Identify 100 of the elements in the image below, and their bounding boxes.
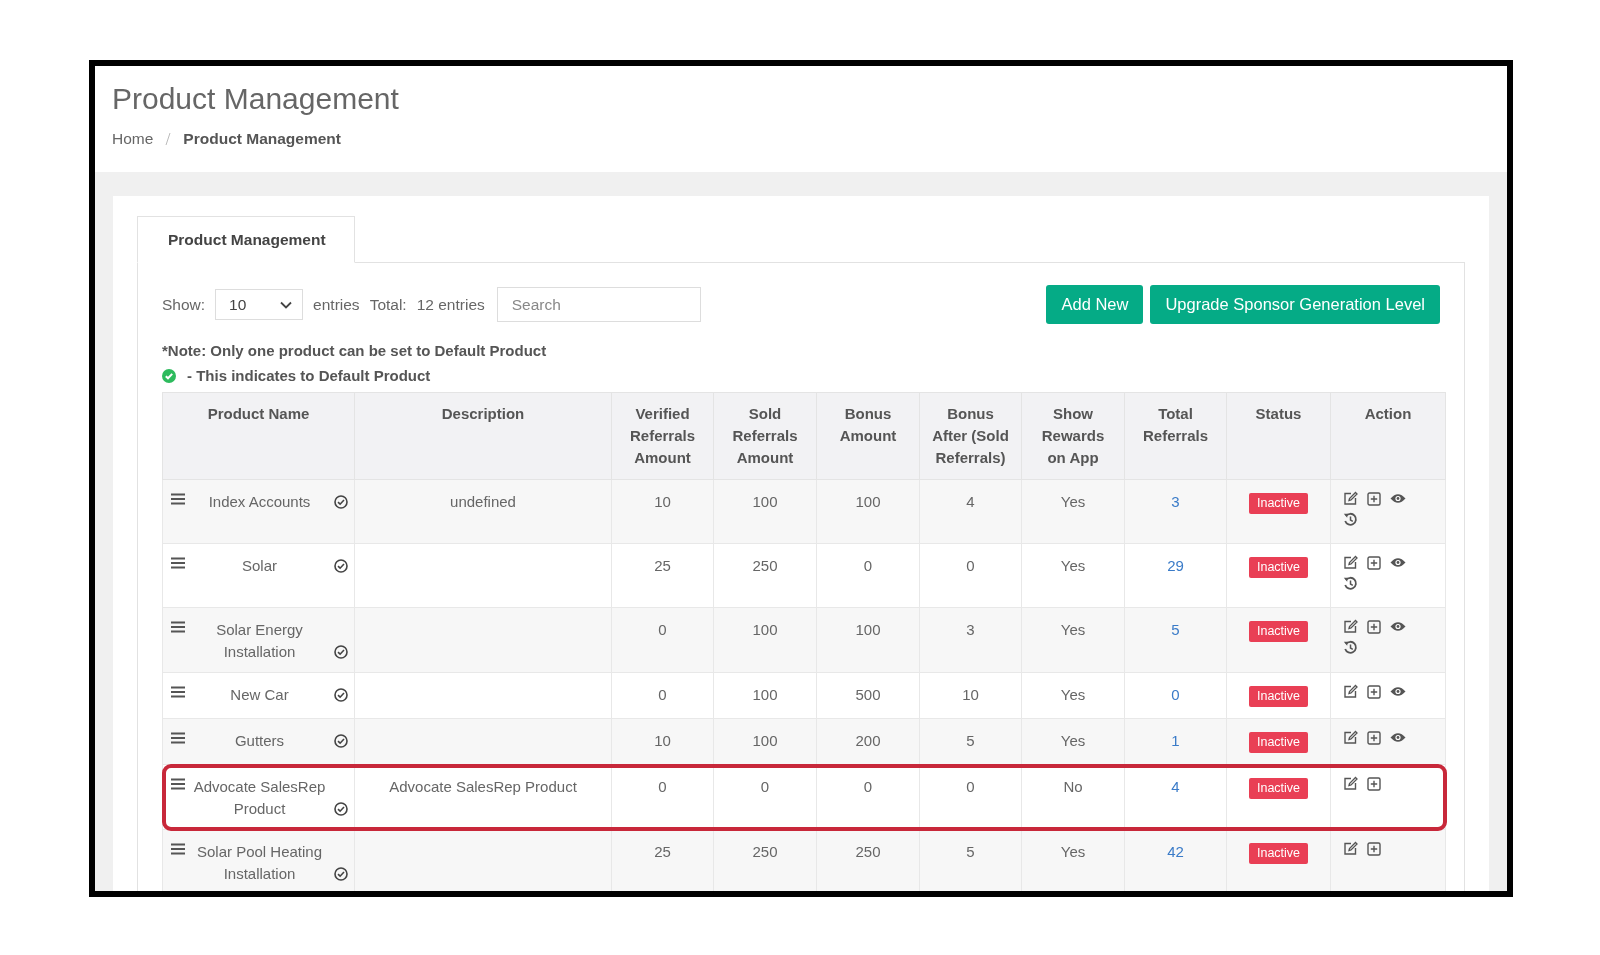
check-circle-icon[interactable] (334, 559, 348, 573)
eye-icon[interactable] (1390, 686, 1406, 697)
note-text: *Note: Only one product can be set to Default Product (162, 342, 548, 359)
total-referrals-link[interactable]: 0 (1171, 686, 1180, 703)
column-header: Description (354, 392, 612, 480)
show-rewards-cell: Yes (1060, 686, 1086, 703)
column-header: Total Referrals (1124, 392, 1227, 480)
drag-handle-icon[interactable] (171, 732, 185, 744)
verified-amount-cell: 0 (658, 686, 667, 703)
page-size-select[interactable]: 10 (215, 289, 304, 320)
bonus-amount-cell: 0 (863, 557, 873, 574)
column-header: Status (1226, 392, 1331, 480)
history-icon[interactable] (1343, 512, 1358, 527)
history-icon[interactable] (1343, 576, 1358, 591)
drag-handle-icon[interactable] (171, 843, 185, 855)
check-circle-icon[interactable] (334, 867, 348, 881)
drag-handle-icon[interactable] (171, 621, 185, 633)
plus-square-icon[interactable] (1367, 776, 1381, 791)
check-circle-icon[interactable] (334, 688, 348, 702)
sold-amount-cell: 250 (752, 843, 778, 860)
sold-amount-cell: 250 (752, 557, 778, 574)
verified-amount-cell: 25 (654, 557, 671, 574)
product-name: New Car (229, 685, 290, 705)
sold-amount-cell: 100 (752, 732, 778, 749)
edit-icon[interactable] (1343, 684, 1358, 699)
product-name: Advocate SalesRep Product (192, 777, 327, 819)
verified-amount-cell: 25 (654, 843, 671, 860)
edit-icon[interactable] (1343, 730, 1358, 745)
total-value: 12 entries (416, 295, 485, 314)
plus-square-icon[interactable] (1367, 619, 1381, 634)
bonus-after-cell: 10 (962, 686, 979, 703)
tab[interactable]: Product Management (137, 216, 355, 263)
plus-square-icon[interactable] (1367, 684, 1381, 699)
edit-icon[interactable] (1343, 555, 1358, 570)
legend-text: - This indicates to Default Product (187, 367, 431, 384)
check-circle-icon[interactable] (334, 645, 348, 659)
eye-icon[interactable] (1390, 621, 1406, 632)
bonus-after-cell: 3 (966, 621, 975, 638)
check-circle-icon[interactable] (334, 734, 348, 748)
status-badge: Inactive (1248, 732, 1309, 753)
check-circle-icon[interactable] (334, 802, 348, 816)
column-header: Bonus Amount (816, 392, 920, 480)
entries-label: entries (313, 295, 360, 314)
edit-icon[interactable] (1343, 619, 1358, 634)
add-new-button[interactable]: Add New (1046, 285, 1144, 324)
description-cell: undefined (450, 493, 516, 510)
page-title: Product Management (112, 82, 400, 116)
plus-square-icon[interactable] (1367, 555, 1381, 570)
total-referrals-link[interactable]: 5 (1171, 621, 1180, 638)
plus-square-icon[interactable] (1367, 491, 1381, 506)
sold-amount-cell: 100 (752, 621, 778, 638)
drag-handle-icon[interactable] (171, 557, 185, 569)
product-name: Solar Pool Heating Installation (195, 842, 324, 884)
bonus-amount-cell: 0 (863, 778, 873, 795)
drag-handle-icon[interactable] (171, 686, 185, 698)
eye-icon[interactable] (1390, 732, 1406, 743)
column-header: Bonus After (Sold Referrals) (919, 392, 1022, 480)
verified-amount-cell: 0 (658, 778, 667, 795)
eye-icon[interactable] (1390, 557, 1406, 568)
total-referrals-link[interactable]: 29 (1167, 557, 1184, 574)
search-field[interactable]: Search (496, 287, 701, 322)
description-cell: Advocate SalesRep Product (389, 778, 577, 795)
total-referrals-link[interactable]: 3 (1171, 493, 1180, 510)
plus-square-icon[interactable] (1367, 841, 1381, 856)
verified-amount-cell: 10 (654, 493, 671, 510)
product-name: Gutters (233, 731, 286, 751)
column-header: Product Name (162, 392, 355, 480)
drag-handle-icon[interactable] (171, 493, 185, 505)
bonus-after-cell: 4 (966, 493, 975, 510)
status-badge: Inactive (1248, 557, 1309, 578)
show-rewards-cell: Yes (1060, 493, 1086, 510)
status-badge: Inactive (1248, 686, 1309, 707)
total-label: Total: (369, 295, 407, 314)
bonus-after-cell: 0 (966, 557, 975, 574)
product-name: Solar (241, 556, 278, 576)
total-referrals-link[interactable]: 4 (1171, 778, 1180, 795)
status-badge: Inactive (1248, 843, 1309, 864)
bonus-amount-cell: 100 (855, 493, 881, 510)
chevron-down-icon (280, 300, 293, 309)
bonus-after-cell: 0 (966, 778, 975, 795)
plus-square-icon[interactable] (1367, 730, 1381, 745)
verified-amount-cell: 10 (654, 732, 671, 749)
show-rewards-cell: Yes (1060, 843, 1086, 860)
check-circle-icon[interactable] (334, 495, 348, 509)
total-referrals-link[interactable]: 42 (1167, 843, 1184, 860)
drag-handle-icon[interactable] (171, 778, 185, 790)
history-icon[interactable] (1343, 640, 1358, 655)
breadcrumb-link[interactable]: Home (112, 130, 154, 148)
column-header: Sold Referrals Amount (713, 392, 817, 480)
status-badge: Inactive (1248, 621, 1309, 642)
eye-icon[interactable] (1390, 493, 1406, 504)
edit-icon[interactable] (1343, 841, 1358, 856)
edit-icon[interactable] (1343, 776, 1358, 791)
bonus-after-cell: 5 (966, 843, 975, 860)
upgrade-button[interactable]: Upgrade Sponsor Generation Level (1150, 285, 1440, 324)
show-rewards-cell: No (1063, 778, 1083, 795)
column-header: Verified Referrals Amount (611, 392, 714, 480)
product-name: Solar Energy Installation (215, 620, 304, 662)
total-referrals-link[interactable]: 1 (1171, 732, 1180, 749)
edit-icon[interactable] (1343, 491, 1358, 506)
